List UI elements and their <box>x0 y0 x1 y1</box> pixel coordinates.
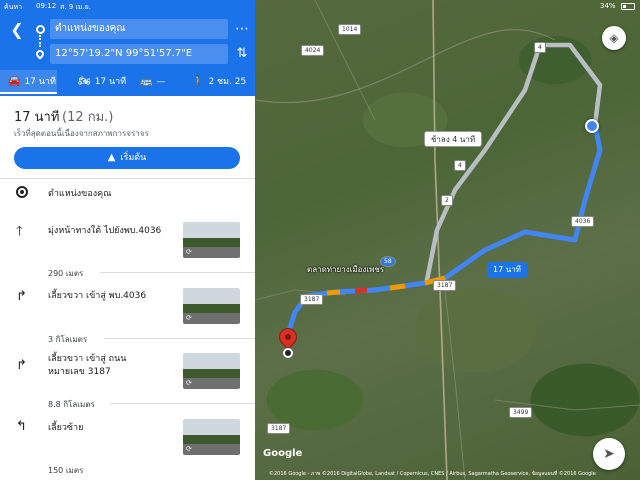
street-view-thumbnail[interactable]: ⟳ <box>183 419 240 455</box>
origin-dot-icon <box>36 25 45 34</box>
turn-right-icon: ↱ <box>16 358 27 373</box>
status-date: ส. 9 เม.ย. <box>60 3 91 11</box>
route-summary: 17 นาที (12 กม.) เร็วที่สุดตอนนี้เนื่องจ… <box>0 96 255 180</box>
road-shield: 3499 <box>509 407 533 418</box>
tab-transit[interactable]: 🚌 — <box>140 70 165 94</box>
directions-header: ค้นหา 09:12 ส. 9 เม.ย. ❮ ตำแหน่งของคุณ 1… <box>0 0 255 96</box>
destination-input[interactable]: 12°57'19.2"N 99°51'57.7"E <box>50 44 228 64</box>
more-options-icon[interactable]: ⋯ <box>234 21 250 39</box>
current-location-icon <box>585 119 599 133</box>
motorcycle-icon: 🏍 <box>78 76 91 87</box>
street-view-icon: ⟳ <box>186 445 192 453</box>
divider <box>0 178 255 179</box>
street-view-thumbnail[interactable]: ⟳ <box>183 353 240 389</box>
destination-pin-icon <box>34 48 46 60</box>
step-text: เลี้ยวขวา เข้าสู่ ถนน <box>48 354 127 364</box>
tab-motorcycle[interactable]: 🏍 17 นาที <box>78 70 126 94</box>
road-shield: 2 <box>441 195 453 206</box>
road-shield: 4036 <box>571 216 595 227</box>
start-navigation-button[interactable]: ▲ เริ่มต้น <box>14 147 240 169</box>
street-view-icon: ⟳ <box>186 314 192 322</box>
step-origin-text: ตำแหน่งของคุณ <box>48 189 112 199</box>
step-text: เลี้ยวขวา เข้าสู่ พบ.4036 <box>48 291 147 301</box>
back-arrow-icon[interactable]: ❮ <box>8 21 26 39</box>
map-overlay <box>255 0 640 480</box>
tab-driving[interactable]: 🚘 17 นาที <box>0 70 57 94</box>
layers-icon[interactable]: ◈ <box>602 26 626 50</box>
step-text: เลี้ยวซ้าย <box>48 423 84 433</box>
road-shield: 3187 <box>267 423 291 434</box>
street-view-icon: ⟳ <box>186 248 192 256</box>
destination-point-icon <box>283 348 293 358</box>
origin-icon <box>16 186 28 198</box>
swap-icon[interactable]: ⇅ <box>234 45 250 63</box>
recenter-arrow-icon[interactable]: ➤ <box>593 438 625 470</box>
street-view-thumbnail[interactable]: ⟳ <box>183 288 240 324</box>
divider <box>104 338 255 339</box>
road-shield: 4 <box>534 42 546 53</box>
travel-mode-tabs: 🚘 17 นาที 🏍 17 นาที 🚌 — 🚶 2 ชม. 25 <box>0 70 255 94</box>
step-text-line2: หมายเลข 3187 <box>48 367 111 377</box>
route-duration: 17 นาที <box>14 110 60 125</box>
divider <box>110 403 255 404</box>
tab-transit-label: — <box>156 77 166 87</box>
turn-right-icon: ↱ <box>16 289 27 304</box>
road-shield: 3187 <box>300 294 324 305</box>
road-shield: 4024 <box>301 45 325 56</box>
tab-driving-label: 17 นาที <box>24 77 56 87</box>
google-logo: Google <box>263 448 303 459</box>
start-button-label: เริ่มต้น <box>120 153 147 163</box>
alternate-route-badge[interactable]: ช้าลง 4 นาที <box>424 131 483 147</box>
tab-motorcycle-label: 17 นาที <box>94 77 127 87</box>
road-shield: 3187 <box>433 280 457 291</box>
status-battery: 34% <box>600 2 616 10</box>
route-connector <box>39 35 41 47</box>
tab-walking[interactable]: 🚶 2 ชม. 25 <box>192 70 246 94</box>
map-view[interactable]: 34% 1014 4024 4 4036 2 4 3187 3187 3187 … <box>255 0 640 480</box>
step-distance: 290 เมตร <box>48 269 84 278</box>
navigation-arrow-icon: ▲ <box>107 152 116 163</box>
straight-arrow-icon: 🡑 <box>16 224 23 239</box>
route-distance: (12 กม.) <box>62 110 114 125</box>
transit-icon: 🚌 <box>140 76 153 87</box>
status-time: 09:12 <box>36 2 57 10</box>
divider <box>100 272 255 273</box>
walk-icon: 🚶 <box>192 76 205 87</box>
step-distance: 150 เมตร <box>48 466 84 475</box>
tab-walking-label: 2 ชม. 25 <box>208 77 247 87</box>
car-icon: 🚘 <box>8 76 21 87</box>
step-text: มุ่งหน้าทางใต้ ไปยังพบ.4036 <box>48 226 162 236</box>
battery-icon <box>621 3 635 10</box>
street-view-thumbnail[interactable]: ⟳ <box>183 222 240 258</box>
street-view-icon: ⟳ <box>186 379 192 387</box>
town-label: ตลาดท่ายางเมืองเพชร <box>307 265 385 274</box>
map-copyright: ©2016 Google - ภาพ ©2016 DigitalGlobe, L… <box>269 471 596 477</box>
status-carrier: ค้นหา <box>4 3 23 11</box>
road-shield: 4 <box>454 160 466 171</box>
step-distance: 3 กิโลเมตร <box>48 335 88 344</box>
road-shield: 1014 <box>338 24 362 35</box>
step-distance: 8.8 กิโลเมตร <box>48 400 95 409</box>
main-route-badge[interactable]: 17 นาที <box>487 262 527 278</box>
route-note: เร็วที่สุดตอนนี้เนื่องจากสภาพการจราจร <box>14 129 149 138</box>
turn-left-icon: ↰ <box>16 419 27 434</box>
origin-input[interactable]: ตำแหน่งของคุณ <box>50 19 228 39</box>
directions-panel: ค้นหา 09:12 ส. 9 เม.ย. ❮ ตำแหน่งของคุณ 1… <box>0 0 255 480</box>
